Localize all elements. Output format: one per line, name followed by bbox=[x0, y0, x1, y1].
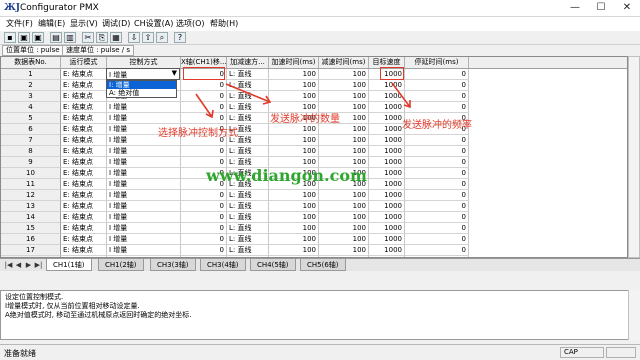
tab-ch1-axis2[interactable]: CH1(2轴) bbox=[98, 259, 144, 271]
num-lock-indicator bbox=[606, 347, 636, 358]
annotation-control-method: 选择脉冲控制方式 bbox=[158, 128, 238, 139]
description-line: 设定位置控制模式. bbox=[5, 293, 64, 301]
tab-ch3-axis4[interactable]: CH3(4轴) bbox=[200, 259, 246, 271]
tab-prev-icon[interactable]: ◀ bbox=[14, 260, 23, 270]
tab-ch5-axis6[interactable]: CH5(6轴) bbox=[300, 259, 346, 271]
tab-ch1-axis1[interactable]: CH1(1轴) bbox=[46, 259, 92, 271]
arrow-pulse-freq bbox=[391, 82, 411, 108]
tab-first-icon[interactable]: |◀ bbox=[4, 260, 13, 270]
caps-lock-indicator: CAP bbox=[560, 347, 604, 358]
tab-next-icon[interactable]: ▶ bbox=[24, 260, 33, 270]
arrow-pulse-count bbox=[225, 83, 271, 103]
tab-ch4-axis5[interactable]: CH4(5轴) bbox=[250, 259, 296, 271]
status-text: 准备就绪 bbox=[4, 349, 36, 358]
annotation-pulse-count: 发送脉冲的数量 bbox=[270, 114, 340, 125]
description-line: I增量模式时, 仅从当前位置相对移动设定量. bbox=[5, 302, 140, 310]
description-pane: 设定位置控制模式. I增量模式时, 仅从当前位置相对移动设定量. A绝对值模式时… bbox=[0, 290, 640, 340]
axis-tab-bar: |◀ ◀ ▶ ▶| CH1(1轴) CH1(2轴) CH3(3轴) CH3(4轴… bbox=[0, 258, 640, 271]
annotation-pulse-frequency: 发送脉冲的频率 bbox=[402, 120, 472, 131]
arrow-control-method bbox=[195, 93, 213, 118]
tab-last-icon[interactable]: ▶| bbox=[34, 260, 43, 270]
description-scrollbar[interactable] bbox=[628, 290, 640, 340]
status-bar: 准备就绪 CAP bbox=[0, 344, 640, 360]
tab-ch3-axis3[interactable]: CH3(3轴) bbox=[150, 259, 196, 271]
watermark: www.diangon.com bbox=[206, 166, 367, 185]
description-line: A绝对值模式时, 移动至通过机械原点返回时确定的绝对坐标. bbox=[5, 311, 192, 319]
